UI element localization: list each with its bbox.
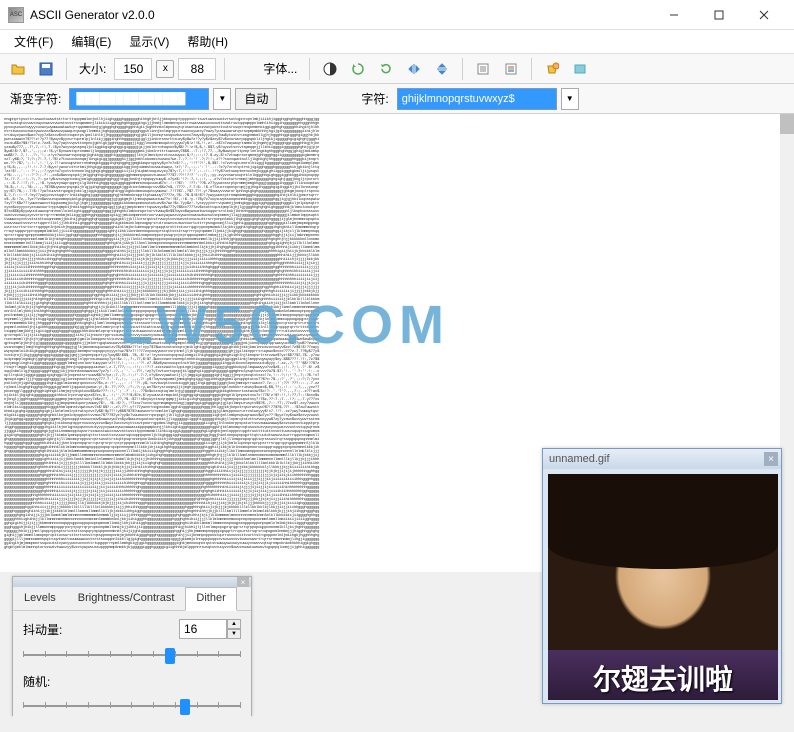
separator xyxy=(66,58,67,80)
flip-h-button[interactable] xyxy=(402,57,426,81)
auto-button[interactable]: 自动 xyxy=(235,88,277,110)
separator xyxy=(309,58,310,80)
chars-combo[interactable]: ghijklmnopqrstuvwxyz$ xyxy=(397,88,557,110)
preview-header[interactable]: unnamed.gif × xyxy=(543,449,781,469)
flip-v-button[interactable] xyxy=(430,57,454,81)
menu-view[interactable]: 显示(V) xyxy=(121,31,177,52)
image-preview-panel: unnamed.gif × 尔翅去训啦 xyxy=(542,448,782,704)
font-label[interactable]: 字体... xyxy=(263,60,297,77)
maximize-button[interactable] xyxy=(696,0,741,30)
app-icon: ASC xyxy=(8,7,24,23)
ramp-combo[interactable]: ██████████████ xyxy=(69,88,209,110)
lock-aspect-button[interactable]: x xyxy=(156,60,174,78)
dither-spinner[interactable]: ▲▼ xyxy=(227,619,241,639)
dither-slider[interactable] xyxy=(23,645,241,665)
height-input[interactable] xyxy=(178,58,216,80)
menu-file[interactable]: 文件(F) xyxy=(6,31,61,52)
chars-label: 字符: xyxy=(361,90,388,107)
tab-dither[interactable]: Dither xyxy=(185,587,236,611)
chars-dropdown[interactable]: ▼ xyxy=(561,88,579,110)
preview-image: 尔翅去训啦 xyxy=(548,474,778,700)
ramp-label: 渐变字符: xyxy=(10,90,61,107)
size-label: 大小: xyxy=(79,60,106,77)
preview-caption: 尔翅去训啦 xyxy=(548,658,778,698)
view-color-button[interactable] xyxy=(499,57,523,81)
width-input[interactable] xyxy=(114,58,152,80)
close-button[interactable] xyxy=(741,0,786,30)
dither-slider-thumb[interactable] xyxy=(165,648,175,664)
tab-brightness-contrast[interactable]: Brightness/Contrast xyxy=(67,587,186,610)
invert-button[interactable] xyxy=(318,57,342,81)
separator xyxy=(531,58,532,80)
settings-button[interactable] xyxy=(568,57,592,81)
preview-button[interactable] xyxy=(540,57,564,81)
window-title: ASCII Generator v2.0.0 xyxy=(30,8,651,22)
dither-label: 抖动量: xyxy=(23,621,73,638)
menu-help[interactable]: 帮助(H) xyxy=(179,31,236,52)
save-button[interactable] xyxy=(34,57,58,81)
refresh-button[interactable] xyxy=(346,57,370,81)
rotate-button[interactable] xyxy=(374,57,398,81)
random-slider[interactable] xyxy=(23,696,241,716)
view-text-button[interactable] xyxy=(471,57,495,81)
panel-header[interactable]: × xyxy=(13,577,251,587)
dither-input[interactable] xyxy=(179,619,227,639)
preview-close-button[interactable]: × xyxy=(764,452,778,466)
preview-title: unnamed.gif xyxy=(549,453,610,465)
minimize-button[interactable] xyxy=(651,0,696,30)
random-slider-thumb[interactable] xyxy=(180,699,190,715)
open-button[interactable] xyxy=(6,57,30,81)
adjustment-panel: × Levels Brightness/Contrast Dither 抖动量:… xyxy=(12,576,252,716)
separator xyxy=(224,58,225,80)
panel-close-button[interactable]: × xyxy=(237,577,249,587)
ramp-dropdown[interactable]: ▼ xyxy=(213,88,231,110)
random-label: 随机: xyxy=(23,673,73,690)
vertical-scrollbar[interactable] xyxy=(780,114,794,572)
tab-levels[interactable]: Levels xyxy=(13,587,67,610)
scrollbar-thumb[interactable] xyxy=(780,114,794,134)
separator xyxy=(462,58,463,80)
menu-edit[interactable]: 编辑(E) xyxy=(63,31,119,52)
